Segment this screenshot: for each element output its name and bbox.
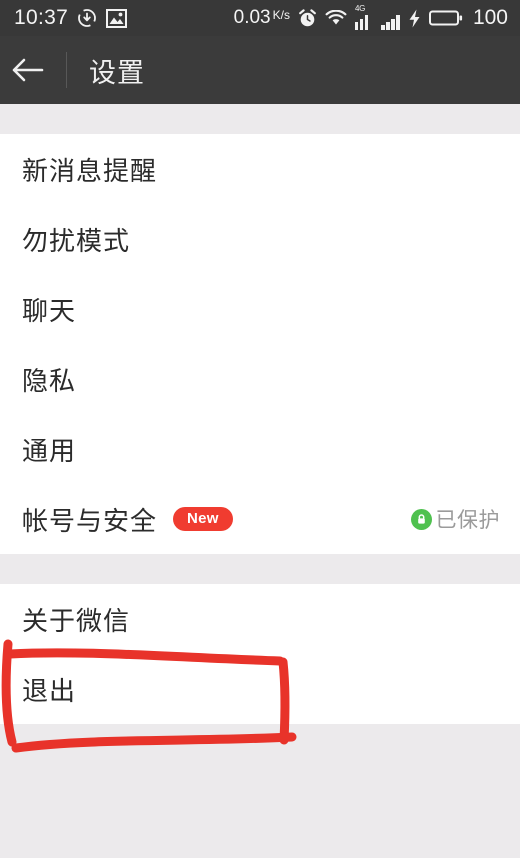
battery-icon [428,9,463,27]
page-title: 设置 [89,57,145,88]
settings-row-label: 退出 [22,675,77,706]
settings-row-label: 帐号与安全 [22,505,158,536]
settings-row-about-wechat[interactable]: 关于微信 [0,584,520,654]
status-bar-left: 10:37 [0,6,128,30]
network-speed-value: 0.03 [233,7,271,28]
settings-row-privacy[interactable]: 隐私 [0,344,520,414]
settings-group-secondary: 关于微信 退出 [0,584,520,724]
back-button[interactable] [0,36,56,104]
signal-4g-icon: 4G [354,4,374,30]
settings-row-account-security[interactable]: 帐号与安全 New 已保护 [0,484,520,554]
settings-row-do-not-disturb[interactable]: 勿扰模式 [0,204,520,274]
settings-row-label: 隐私 [22,365,77,396]
settings-group-gap [0,554,520,584]
settings-row-new-message-alerts[interactable]: 新消息提醒 [0,134,520,204]
sync-icon [77,8,97,28]
settings-row-chat[interactable]: 聊天 [0,274,520,344]
settings-row-logout[interactable]: 退出 [0,654,520,724]
settings-row-label: 关于微信 [22,605,131,636]
settings-row-status-text: 已保护 [435,509,500,532]
phone-screen: 10:37 0.03 K/s 4G 100 设置 新消息提醒 勿扰模式 聊天 隐… [0,0,520,858]
content-top-gap [0,104,520,134]
battery-level: 100 [472,6,508,29]
back-arrow-icon [11,56,45,84]
settings-row-status: 已保护 [410,484,501,554]
network-type-label: 4G [354,4,366,13]
status-bar: 10:37 0.03 K/s 4G 100 [0,0,520,36]
settings-content: 新消息提醒 勿扰模式 聊天 隐私 通用 帐号与安全 New 已保护 关于微信 退… [0,104,520,858]
settings-row-label: 新消息提醒 [22,155,158,186]
status-bar-right: 0.03 K/s 4G 100 [234,0,508,36]
settings-group-primary: 新消息提醒 勿扰模式 聊天 隐私 通用 帐号与安全 New 已保护 [0,134,520,554]
settings-row-label: 聊天 [22,295,77,326]
title-divider [66,52,67,88]
network-speed-unit: K/s [272,8,290,22]
wifi-icon [325,9,347,27]
lock-icon [410,508,432,530]
charging-bolt-icon [408,9,421,28]
settings-row-label: 勿扰模式 [22,225,131,256]
settings-row-general[interactable]: 通用 [0,414,520,484]
status-clock: 10:37 [14,6,69,29]
settings-row-label: 通用 [22,435,77,466]
gallery-icon [106,8,128,28]
title-bar: 设置 [0,36,520,104]
alarm-icon [298,8,317,28]
status-badge-new: New [173,507,233,531]
network-speed: 0.03 K/s [234,7,290,29]
signal-icon [381,6,400,30]
